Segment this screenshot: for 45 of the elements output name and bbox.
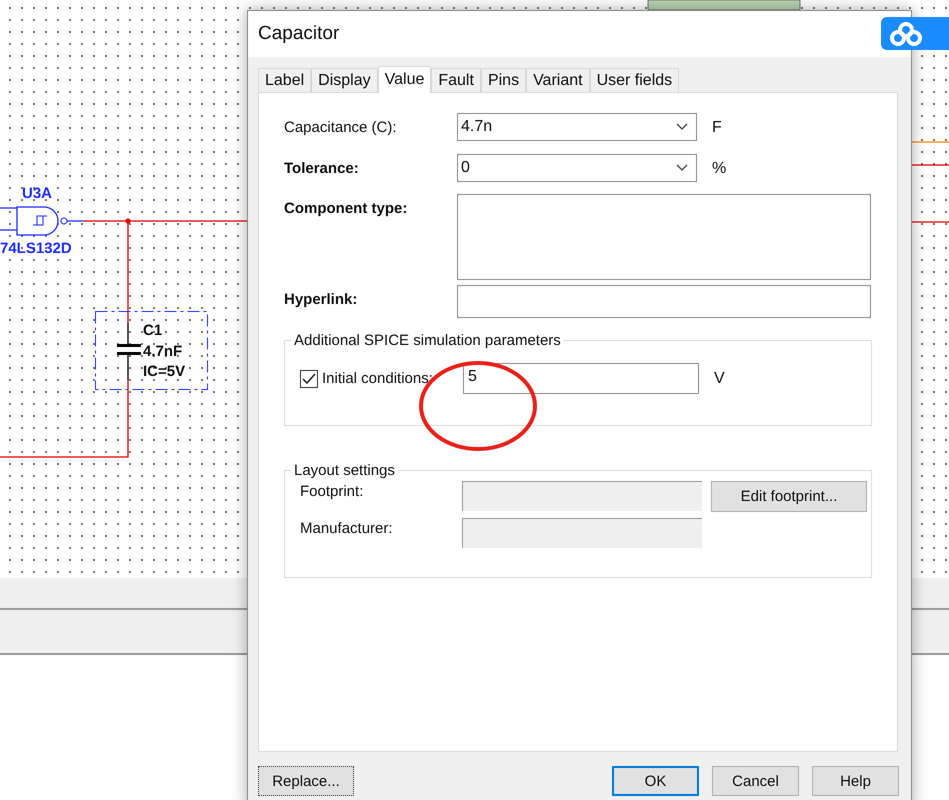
text-area[interactable] <box>457 194 871 280</box>
caret-icon <box>676 164 688 172</box>
field-label: Tolerance: <box>284 159 360 177</box>
input-field[interactable] <box>457 285 871 318</box>
tab[interactable]: Label <box>258 68 312 92</box>
tab[interactable]: Display <box>311 68 378 92</box>
cloud-icon[interactable] <box>881 17 949 50</box>
tab[interactable]: User fields <box>590 68 680 92</box>
dialog-button[interactable]: Cancel <box>712 766 799 796</box>
field-label: Footprint: <box>300 482 364 500</box>
group-title: Layout settings <box>293 462 396 479</box>
dialog-button[interactable]: OK <box>612 766 699 796</box>
field-label: Manufacturer: <box>300 519 394 537</box>
field-label: Component type: <box>284 199 408 217</box>
junction-dot <box>125 218 131 224</box>
replace-button[interactable]: Replace... <box>258 766 354 796</box>
wire <box>912 164 949 166</box>
tab[interactable]: Pins <box>480 68 526 92</box>
capacitor-reference: C1 <box>143 322 162 339</box>
unit-label: F <box>711 118 722 137</box>
wire <box>912 221 949 223</box>
window-title: Capacitor <box>258 23 340 45</box>
dropdown-field[interactable]: 0 <box>457 154 697 182</box>
schmitt-nand-gate-drawing <box>16 206 84 236</box>
gate-part-number: 74LS132D <box>0 240 72 257</box>
gate-reference: U3A <box>22 185 52 202</box>
tab[interactable]: Fault <box>431 68 481 92</box>
field-label: Hyperlink: <box>284 290 358 308</box>
input-field[interactable]: 5 <box>463 363 699 394</box>
edit-footprint-button[interactable]: Edit footprint... <box>711 481 867 512</box>
wire <box>912 141 949 143</box>
checkbox-label: Initial conditions: <box>322 370 433 387</box>
tab[interactable]: Value <box>378 66 432 93</box>
capacitor-value: 4.7nF <box>143 343 182 360</box>
dialog-button[interactable]: Help <box>812 766 899 796</box>
checkbox[interactable] <box>300 370 318 388</box>
caret-icon <box>676 123 688 131</box>
dropdown-field[interactable]: 4.7n <box>457 113 697 141</box>
initial-condition: IC=5V <box>143 363 186 380</box>
capacitor-symbol <box>117 323 141 380</box>
unit-label: V <box>713 370 725 388</box>
group-title: Additional SPICE simulation parameters <box>293 332 562 349</box>
unit-label: % <box>711 159 726 178</box>
tab[interactable]: Variant <box>526 68 590 92</box>
field-label: Capacitance (C): <box>284 118 398 136</box>
